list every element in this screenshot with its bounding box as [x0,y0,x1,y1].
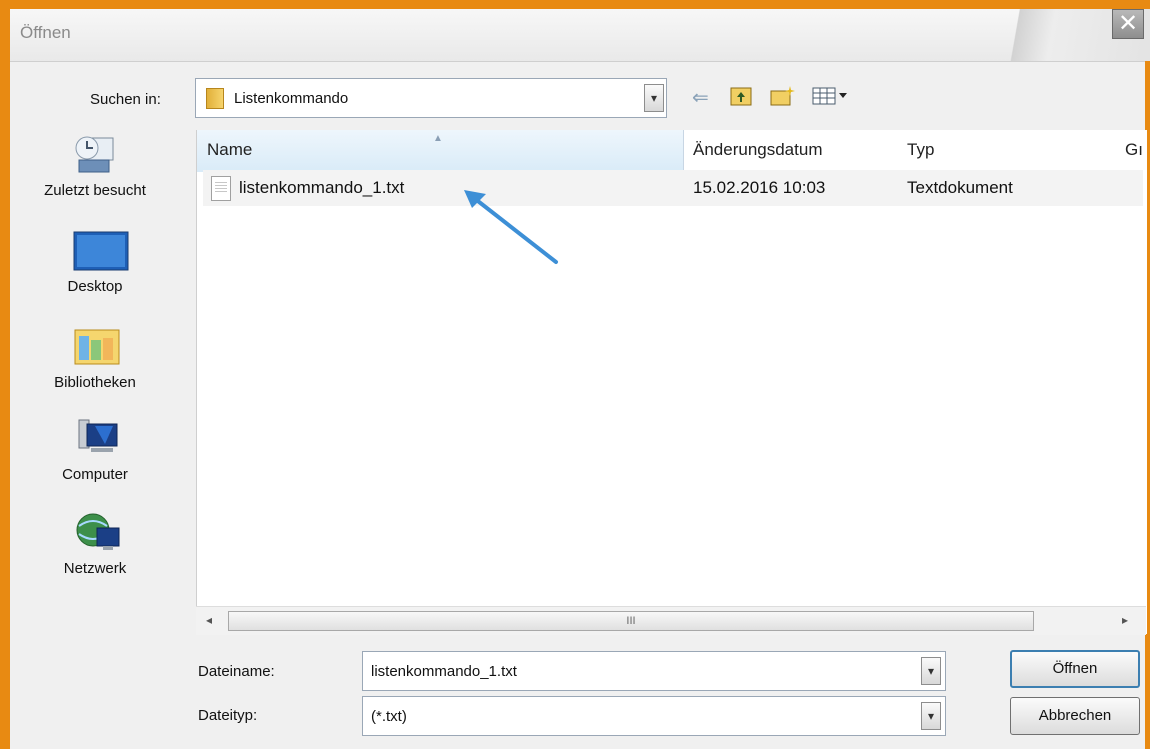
filetype-dropdown-button[interactable]: ▾ [921,702,941,730]
annotation-arrow [464,190,558,264]
lookin-dropdown-button[interactable]: ▾ [644,84,664,112]
open-button[interactable]: Öffnen [1010,650,1140,688]
filetype-value: (*.txt) [371,708,407,725]
horizontal-scrollbar[interactable]: ◂ III ▸ [196,606,1146,635]
places-bar: Zuletzt besucht Desktop Bibliotheken Com… [25,130,170,650]
file-name: listenkommando_1.txt [239,178,405,197]
title-bar: Öffnen [10,9,1150,62]
column-header-size[interactable]: Gı [1125,130,1143,170]
file-row[interactable]: listenkommando_1.txt 15.02.2016 10:03 Te… [203,170,1143,206]
file-modified: 15.02.2016 10:03 [693,178,826,197]
place-label: Bibliotheken [54,374,136,391]
libraries-icon [73,326,120,368]
file-type: Textdokument [907,178,1013,197]
computer-icon [73,418,118,460]
file-list[interactable]: ▲ Name Änderungsdatum Typ Gı listenkomma… [196,130,1147,634]
scroll-left-arrow[interactable]: ◂ [206,613,212,627]
up-folder-icon[interactable] [730,85,754,112]
desktop-icon [73,230,129,272]
recent-places-icon [73,134,117,176]
place-label: Computer [62,466,128,483]
column-header-type[interactable]: Typ [907,130,934,170]
place-label: Zuletzt besucht [44,182,146,199]
filename-value: listenkommando_1.txt [371,663,517,680]
view-menu-icon[interactable] [812,85,850,112]
filetype-select[interactable]: (*.txt) ▾ [362,696,946,736]
close-button[interactable]: ✕ [1112,9,1144,39]
place-label: Desktop [67,278,123,295]
folder-icon [206,88,224,109]
place-desktop[interactable]: Desktop [25,230,165,295]
lookin-value: Listenkommando [234,90,349,107]
text-file-icon [211,176,231,201]
filename-label: Dateiname: [198,663,275,680]
filename-dropdown-button[interactable]: ▾ [921,657,941,685]
sort-ascending-icon: ▲ [433,133,443,144]
new-folder-icon[interactable] [770,85,796,112]
lookin-label: Suchen in: [90,91,161,108]
lookin-combobox[interactable]: Listenkommando ▾ [195,78,667,118]
column-header-name[interactable]: Name [207,130,252,170]
filetype-label: Dateityp: [198,707,258,724]
scrollbar-thumb[interactable]: III [228,611,1034,631]
place-recent[interactable]: Zuletzt besucht [25,134,165,199]
place-computer[interactable]: Computer [25,418,165,483]
column-header-modified[interactable]: Änderungsdatum [693,130,822,170]
window-title: Öffnen [20,23,71,42]
filename-input[interactable]: listenkommando_1.txt ▾ [362,651,946,691]
place-label: Netzwerk [63,560,127,577]
scroll-right-arrow[interactable]: ▸ [1122,613,1128,627]
place-network[interactable]: Netzwerk [25,512,165,577]
back-arrow-icon[interactable]: ⇐ [692,85,709,109]
cancel-button[interactable]: Abbrechen [1010,697,1140,735]
network-icon [73,512,120,554]
place-libraries[interactable]: Bibliotheken [25,326,165,391]
